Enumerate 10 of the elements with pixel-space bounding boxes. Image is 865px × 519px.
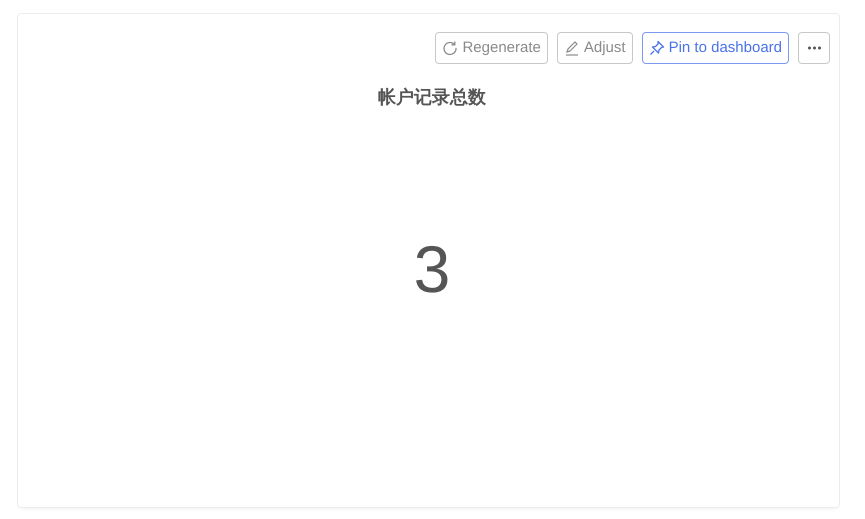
- more-icon: [806, 46, 822, 50]
- pin-icon: [648, 40, 665, 56]
- metric-value: 3: [414, 236, 450, 302]
- pin-button[interactable]: Pin to dashboard: [642, 32, 789, 64]
- regenerate-button[interactable]: Regenerate: [435, 32, 548, 64]
- more-button[interactable]: [798, 32, 830, 64]
- chart-title: 帐户记录总数: [378, 87, 486, 108]
- adjust-button[interactable]: Adjust: [556, 32, 633, 64]
- pencil-icon: [564, 40, 580, 56]
- refresh-icon: [442, 40, 458, 56]
